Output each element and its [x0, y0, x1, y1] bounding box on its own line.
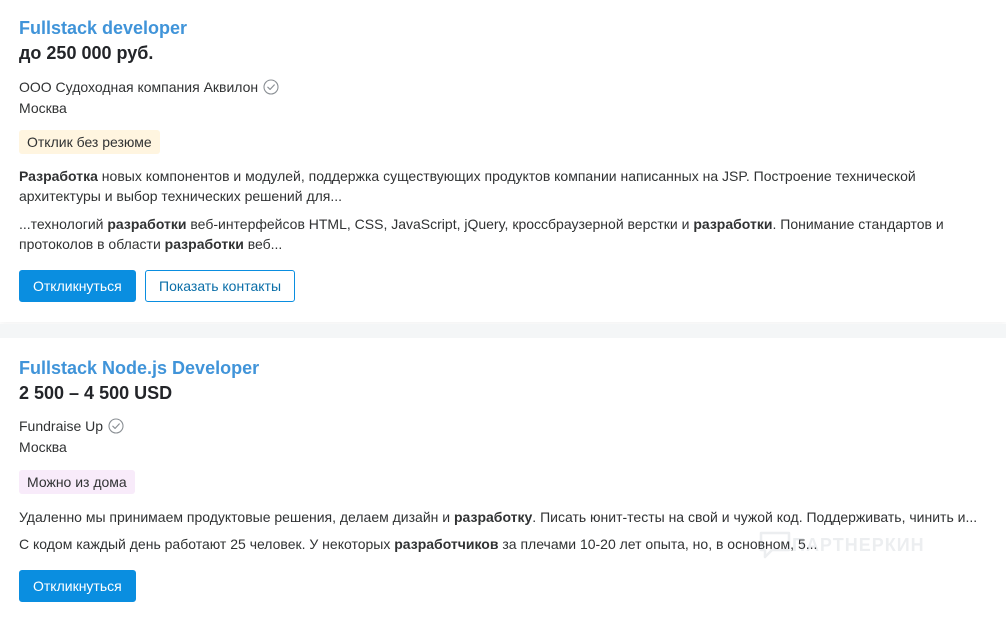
vacancy-city: Москва — [19, 439, 67, 455]
vacancy-title-link[interactable]: Fullstack developer — [19, 18, 187, 39]
watermark: ПАРТНЕРКИН — [758, 530, 925, 560]
snippet-highlight: разработчиков — [394, 536, 499, 552]
snippet-text: новых компонентов и модулей, поддержка с… — [19, 168, 916, 204]
employer-link[interactable]: Fundraise Up — [19, 418, 103, 434]
snippet-text: ...технологий — [19, 216, 108, 232]
snippet-highlight: разработки — [693, 216, 773, 232]
vacancy-card-body: Fullstack developer до 250 000 руб. ООО … — [19, 0, 986, 322]
snippet-text: веб... — [243, 236, 283, 252]
snippet-text: С кодом каждый день работают 25 человек.… — [19, 536, 395, 552]
employer-link[interactable]: ООО Судоходная компания Аквилон — [19, 79, 258, 95]
vacancy-card: Fullstack developer до 250 000 руб. ООО … — [0, 0, 1006, 322]
watermark-text: ПАРТНЕРКИН — [792, 534, 925, 555]
vacancy-snippet-responsibility: Разработка новых компонентов и модулей, … — [19, 166, 979, 206]
employer-row: Fundraise Up — [19, 418, 124, 434]
vacancy-title-link[interactable]: Fullstack Node.js Developer — [19, 358, 259, 379]
vacancy-salary: 2 500 – 4 500 USD — [19, 383, 173, 403]
respond-button[interactable]: Откликнуться — [19, 570, 136, 602]
card-divider — [0, 324, 1006, 338]
vacancy-card: Fullstack Node.js Developer 2 500 – 4 50… — [0, 338, 1006, 622]
check-circle-icon — [263, 79, 279, 95]
snippet-highlight: Разработка — [19, 168, 98, 184]
vacancy-snippet-requirement: ...технологий разработки веб-интерфейсов… — [19, 214, 979, 254]
snippet-text: веб-интерфейсов HTML, CSS, JavaScript, j… — [186, 216, 694, 232]
snippet-text: . Писать юнит-тесты на свой и чужой код.… — [532, 509, 978, 525]
snippet-highlight: разработку — [453, 509, 533, 525]
employer-row: ООО Судоходная компания Аквилон — [19, 79, 279, 95]
snippet-highlight: разработки — [164, 236, 244, 252]
vacancy-snippet-responsibility: Удаленно мы принимаем продуктовые решени… — [19, 507, 979, 527]
show-contacts-button[interactable]: Показать контакты — [145, 270, 296, 302]
remote-work-badge: Можно из дома — [19, 470, 135, 494]
vacancy-salary: до 250 000 руб. — [19, 43, 154, 63]
snippet-text: Удаленно мы принимаем продуктовые решени… — [19, 509, 454, 525]
snippet-highlight: разработки — [107, 216, 187, 232]
speech-bubble-icon — [759, 531, 791, 559]
no-resume-badge: Отклик без резюме — [19, 130, 160, 154]
vacancy-card-body: Fullstack Node.js Developer 2 500 – 4 50… — [19, 338, 986, 622]
vacancy-search-results: Fullstack developer до 250 000 руб. ООО … — [0, 0, 1006, 622]
vacancy-city: Москва — [19, 100, 67, 116]
check-circle-icon — [108, 418, 124, 434]
respond-button[interactable]: Откликнуться — [19, 270, 136, 302]
